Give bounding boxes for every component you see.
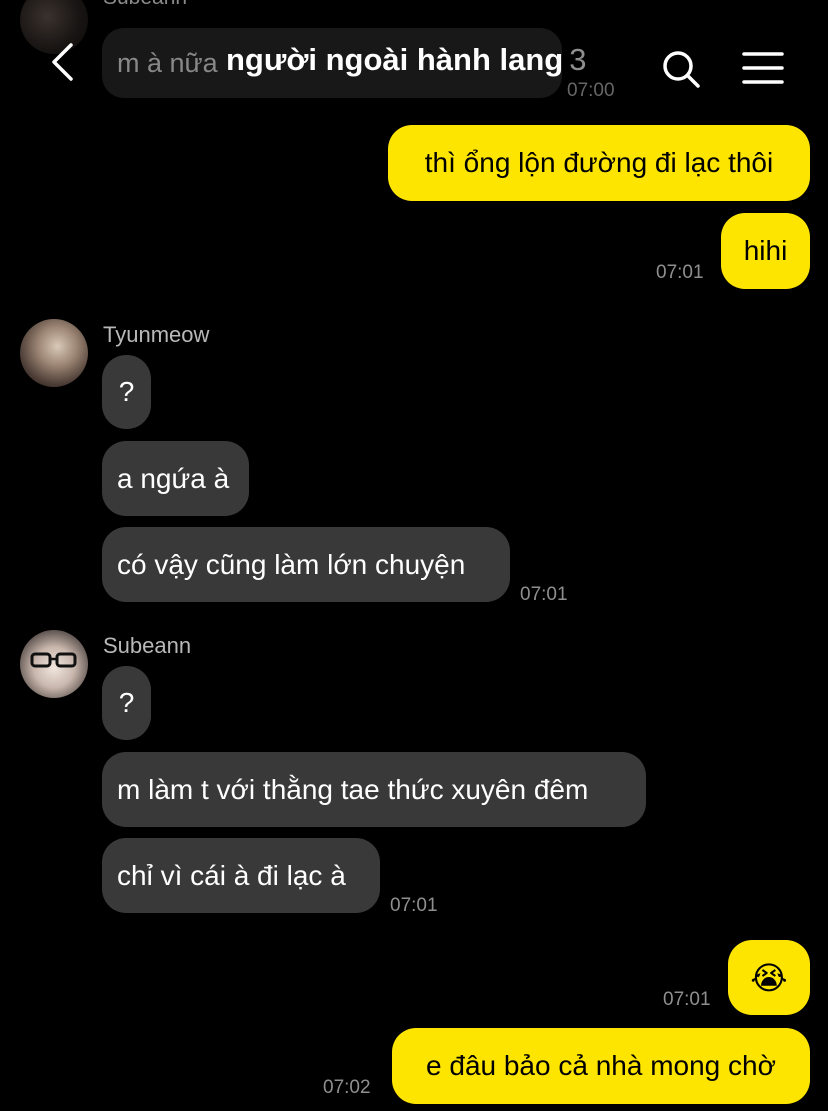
chevron-left-icon	[52, 43, 73, 81]
message-text: a ngứa à	[117, 462, 230, 494]
menu-button[interactable]	[740, 48, 786, 88]
message-bubble-other[interactable]: m làm t với thằng tae thức xuyên đêm	[102, 752, 646, 827]
message-time: 07:00	[567, 80, 615, 101]
message-text: e đâu bảo cả nhà mong chờ	[426, 1050, 776, 1081]
message-bubble-mine[interactable]: hihi	[721, 213, 810, 289]
message-bubble-mine[interactable]: e đâu bảo cả nhà mong chờ	[392, 1028, 810, 1104]
message-bubble-other[interactable]: ?	[102, 355, 151, 429]
search-button[interactable]	[660, 48, 702, 90]
message-text: ?	[118, 376, 135, 407]
sender-name: Subeann	[103, 633, 192, 658]
message-text: hihi	[743, 235, 788, 266]
chat-title-text: người ngoài hành lang	[226, 42, 564, 77]
message-bubble-other[interactable]: ?	[102, 666, 151, 740]
sender-name: Tyunmeow	[103, 322, 210, 347]
crying-face-emoji: 😭	[750, 959, 788, 996]
message-bubble-other[interactable]: có vậy cũng làm lớn chuyện	[102, 527, 510, 602]
hamburger-menu-icon	[742, 52, 784, 84]
search-icon	[663, 51, 700, 88]
message-text: m à nữa	[117, 48, 218, 78]
message-time: 07:01	[520, 584, 568, 605]
message-time: 07:02	[323, 1077, 371, 1098]
message-bubble-other[interactable]: a ngứa à	[102, 441, 249, 516]
member-count: 3	[569, 42, 587, 77]
message-time: 07:01	[390, 895, 438, 916]
message-bubble-mine[interactable]: thì ổng lộn đường đi lạc thôi	[388, 125, 810, 201]
avatar-tyunmeow[interactable]	[20, 319, 88, 387]
message-text: chỉ vì cái à đi lạc à	[117, 859, 346, 891]
message-text: có vậy cũng làm lớn chuyện	[117, 548, 466, 580]
message-bubble-mine[interactable]: 😭	[728, 940, 810, 1015]
chat-title: người ngoài hành lang 3	[226, 42, 587, 78]
glasses-icon	[30, 652, 77, 668]
message-bubble-other[interactable]: chỉ vì cái à đi lạc à	[102, 838, 380, 913]
message-text: thì ổng lộn đường đi lạc thôi	[424, 147, 774, 178]
avatar-subeann[interactable]	[20, 630, 88, 698]
message-time: 07:01	[663, 989, 711, 1010]
sender-name: Subeann	[103, 0, 187, 10]
back-button[interactable]	[40, 36, 84, 88]
message-text: m làm t với thằng tae thức xuyên đêm	[117, 773, 589, 805]
message-text: ?	[118, 687, 135, 718]
message-time: 07:01	[656, 262, 704, 283]
